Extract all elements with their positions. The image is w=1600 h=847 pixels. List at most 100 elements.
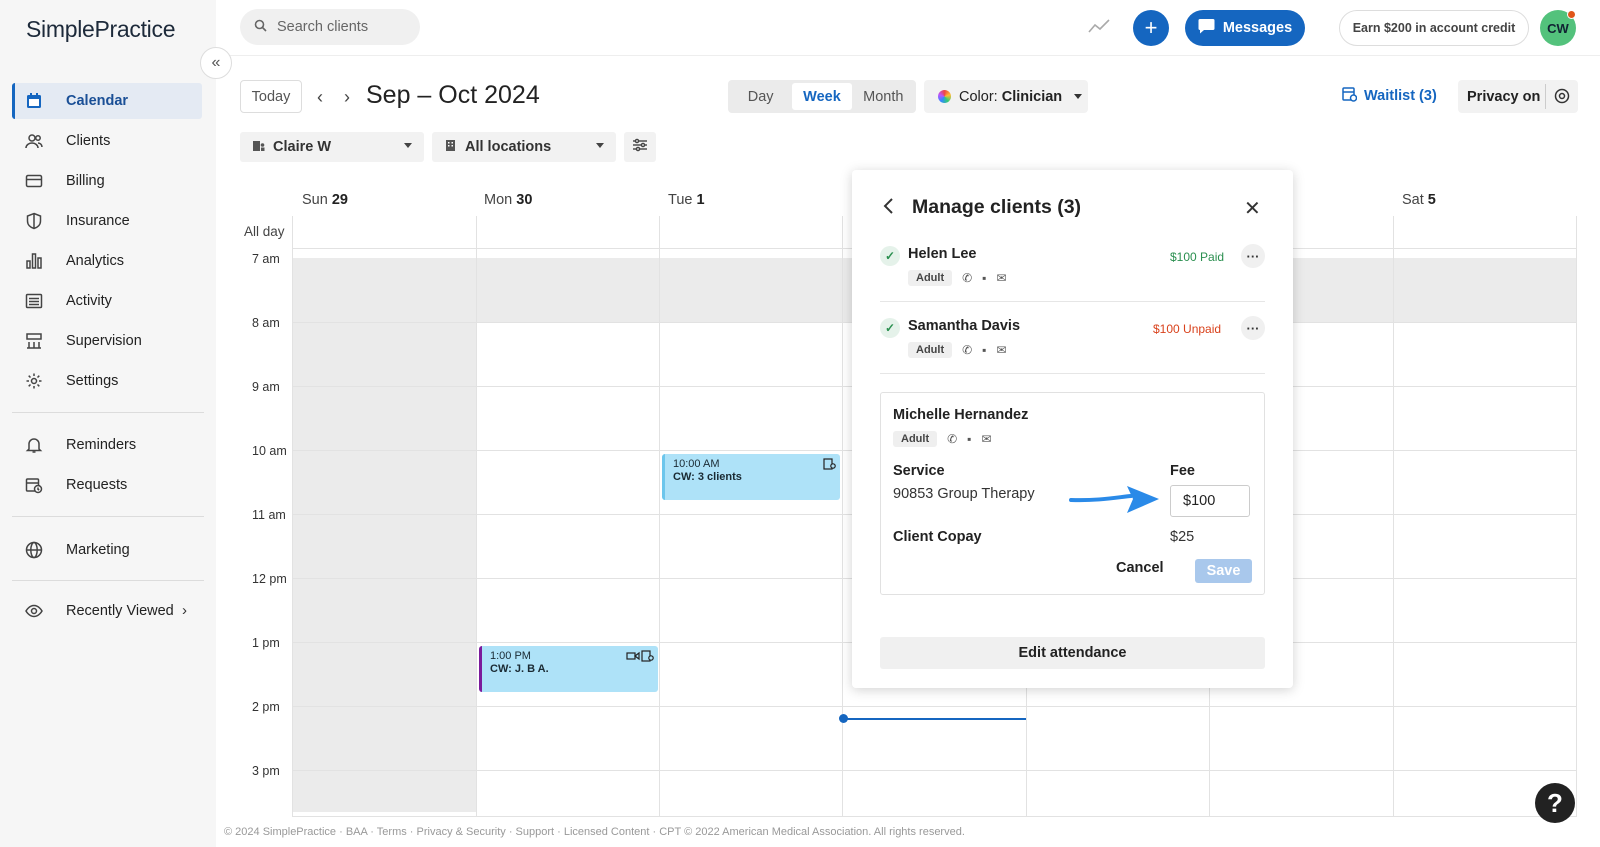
day-number: 1	[696, 192, 705, 208]
earn-credit-label: Earn $200 in account credit	[1352, 21, 1516, 35]
sidebar-item-insurance[interactable]: Insurance	[12, 203, 202, 239]
sidebar-item-marketing[interactable]: Marketing	[12, 532, 202, 568]
save-button[interactable]: Save	[1195, 559, 1252, 583]
help-button[interactable]: ?	[1535, 783, 1575, 823]
fee-input[interactable]	[1170, 485, 1250, 517]
appointment-event[interactable]: 1:00 PM CW: J. B A.	[479, 646, 658, 692]
chat-icon[interactable]: ▪	[967, 432, 971, 446]
sidebar-item-label: Requests	[66, 477, 128, 493]
sidebar-item-analytics[interactable]: Analytics	[12, 243, 202, 279]
client-type-tag: Adult	[908, 342, 953, 358]
more-options-icon[interactable]: ···	[1241, 316, 1265, 340]
chevron-right-icon[interactable]: ›	[344, 87, 350, 108]
day-name: Tue	[668, 192, 693, 208]
earn-credit-button[interactable]: Earn $200 in account credit	[1339, 10, 1529, 46]
sidebar-divider	[12, 580, 204, 581]
filter-settings-button[interactable]	[624, 132, 656, 162]
building-icon	[444, 139, 457, 156]
globe-icon	[24, 540, 44, 560]
trend-icon[interactable]	[1088, 18, 1110, 39]
search-input[interactable]: Search clients	[240, 9, 420, 45]
messages-label: Messages	[1222, 20, 1293, 36]
email-icon[interactable]: ✉	[996, 343, 1006, 357]
more-options-icon[interactable]: ···	[1241, 244, 1265, 268]
color-wheel-icon	[938, 90, 951, 103]
search-icon	[254, 19, 267, 36]
video-and-note-icon	[626, 650, 654, 666]
avatar-initials: CW	[1547, 20, 1569, 36]
email-icon[interactable]: ✉	[996, 271, 1006, 285]
list-icon	[24, 291, 44, 311]
view-day-button[interactable]: Day	[731, 83, 790, 110]
messages-button[interactable]: Messages	[1185, 10, 1305, 46]
location-filter-label: All locations	[465, 139, 552, 155]
privacy-label: Privacy on	[1467, 88, 1541, 105]
chevron-right-icon: ›	[182, 602, 187, 619]
day-header-sun: Sun 29	[302, 192, 348, 208]
client-name[interactable]: Samantha Davis	[908, 318, 1020, 334]
clinician-filter[interactable]: Claire W	[240, 132, 424, 162]
shield-icon	[24, 211, 44, 231]
sidebar-item-calendar[interactable]: Calendar	[12, 83, 202, 119]
chevron-left-icon[interactable]: ‹	[317, 87, 323, 108]
back-arrow-icon[interactable]	[882, 197, 894, 220]
edit-attendance-button[interactable]: Edit attendance	[880, 637, 1265, 669]
question-mark-icon: ?	[1547, 787, 1563, 818]
sidebar-item-reminders[interactable]: Reminders	[12, 427, 202, 463]
sidebar-item-label: Analytics	[66, 253, 125, 269]
avatar[interactable]: CW	[1540, 10, 1576, 46]
waitlist-label: Waitlist (3)	[1364, 88, 1437, 104]
sidebar-item-label: Insurance	[66, 213, 130, 229]
color-select[interactable]: Color: Clinician	[924, 80, 1088, 113]
location-filter[interactable]: All locations	[432, 132, 616, 162]
phone-icon[interactable]: ✆	[962, 343, 972, 357]
payment-status: $100 Paid	[1170, 250, 1225, 264]
sidebar-item-settings[interactable]: Settings	[12, 363, 202, 399]
day-name: Sun	[302, 192, 328, 208]
view-month-button[interactable]: Month	[854, 83, 913, 110]
bell-icon	[24, 435, 44, 455]
time-label: 11 am	[252, 508, 286, 522]
appointment-event[interactable]: 10:00 AM CW: 3 clients	[662, 454, 840, 500]
time-label: 2 pm	[252, 700, 280, 714]
sidebar-item-requests[interactable]: Requests	[12, 467, 202, 503]
sidebar-item-label: Reminders	[66, 437, 137, 453]
checkmark-icon: ✓	[880, 246, 900, 266]
sidebar-divider	[12, 412, 204, 413]
gear-icon[interactable]	[1553, 87, 1571, 109]
email-icon[interactable]: ✉	[981, 432, 991, 446]
search-placeholder: Search clients	[277, 19, 369, 35]
day-name: Sat	[1402, 192, 1424, 208]
chat-icon[interactable]: ▪	[982, 271, 986, 285]
cancel-button[interactable]: Cancel	[1116, 560, 1164, 576]
double-chevron-left-icon: «	[211, 54, 221, 71]
close-icon[interactable]: ✕	[1244, 196, 1261, 221]
sidebar-item-clients[interactable]: Clients	[12, 123, 202, 159]
event-time: 10:00 AM	[673, 458, 720, 470]
create-new-button[interactable]: +	[1133, 10, 1169, 46]
logo: SimplePractice	[26, 16, 176, 42]
day-header-sat: Sat 5	[1402, 192, 1436, 208]
unavailable-block	[293, 258, 476, 812]
today-button[interactable]: Today	[240, 80, 302, 113]
collapse-sidebar-button[interactable]: «	[200, 47, 232, 79]
sidebar-item-supervision[interactable]: Supervision	[12, 323, 202, 359]
day-header-tue: Tue 1	[668, 192, 705, 208]
view-week-button[interactable]: Week	[792, 83, 852, 110]
waitlist-link[interactable]: Waitlist (3)	[1342, 86, 1437, 106]
client-tags: Adult ✆ ▪ ✉	[893, 431, 992, 447]
privacy-toggle[interactable]: Privacy on	[1458, 80, 1578, 113]
calendar-icon	[24, 91, 44, 111]
sidebar-item-activity[interactable]: Activity	[12, 283, 202, 319]
chat-icon[interactable]: ▪	[982, 343, 986, 357]
sidebar-item-label: Recently Viewed	[66, 603, 174, 619]
phone-icon[interactable]: ✆	[962, 271, 972, 285]
sidebar-item-billing[interactable]: Billing	[12, 163, 202, 199]
sidebar-item-recently-viewed[interactable]: Recently Viewed ›	[12, 593, 202, 629]
manage-clients-popover: Manage clients (3) ✕ ✓ Helen Lee Adult ✆…	[852, 170, 1293, 688]
caret-down-icon	[596, 143, 604, 148]
client-name[interactable]: Helen Lee	[908, 246, 977, 262]
phone-icon[interactable]: ✆	[947, 432, 957, 446]
privacy-divider	[1545, 84, 1546, 109]
credit-card-icon	[24, 171, 44, 191]
